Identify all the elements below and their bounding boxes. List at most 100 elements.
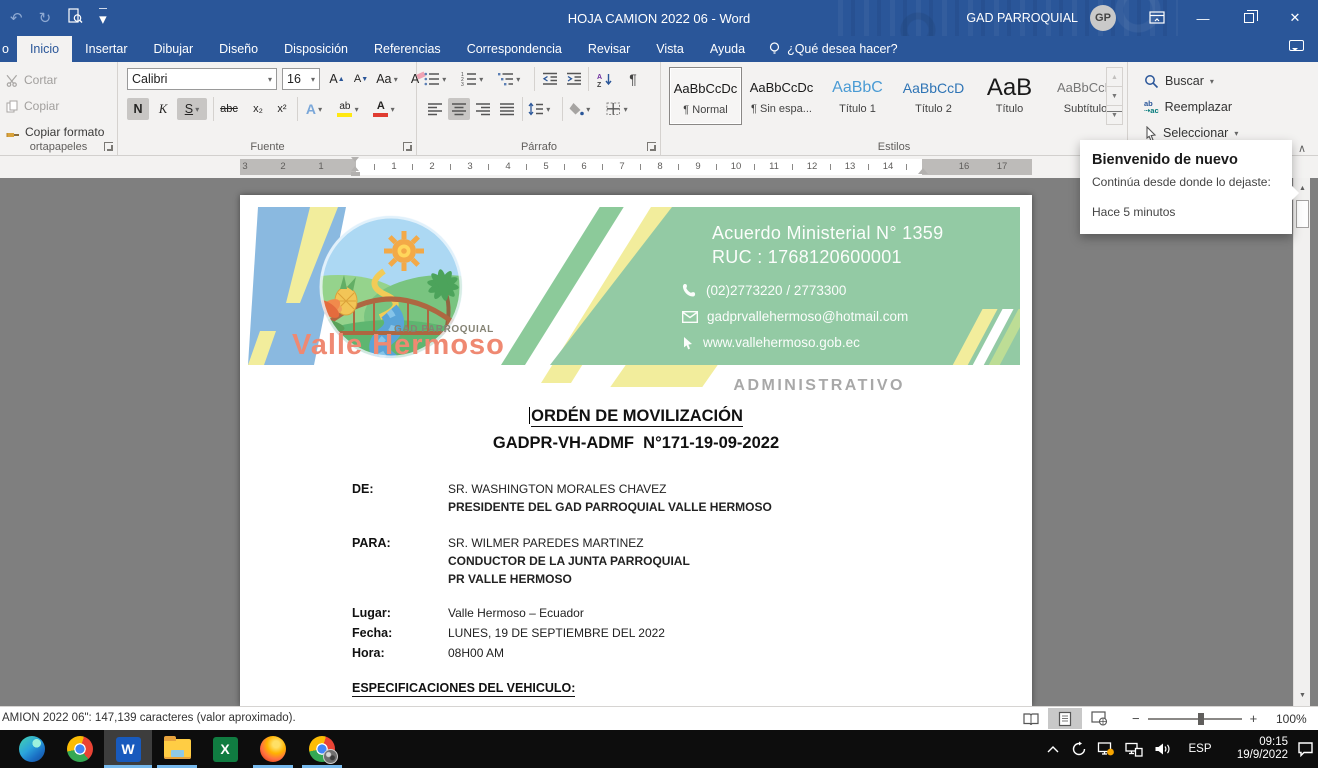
read-mode-button[interactable] xyxy=(1014,708,1048,729)
italic-button[interactable]: K xyxy=(152,98,174,120)
multilevel-list-button[interactable]: ▾ xyxy=(498,68,520,90)
vertical-scrollbar[interactable]: ▲ ▼ xyxy=(1293,178,1310,706)
increase-indent-button[interactable] xyxy=(563,68,585,90)
ribbon-tab[interactable]: Vista xyxy=(643,36,697,62)
styles-scroll-down-icon[interactable]: ▼ xyxy=(1107,86,1122,105)
show-paragraph-marks-button[interactable]: ¶ xyxy=(622,68,644,90)
shading-button[interactable]: ▾ xyxy=(568,98,590,120)
tell-me-box[interactable]: ¿Qué desea hacer? xyxy=(758,36,908,62)
web-layout-button[interactable] xyxy=(1082,708,1116,729)
zoom-level[interactable]: 100% xyxy=(1276,712,1307,726)
ribbon-tab[interactable]: Referencias xyxy=(361,36,454,62)
underline-button[interactable]: S ▾ xyxy=(177,98,207,120)
change-case-button[interactable]: Aa ▾ xyxy=(376,68,398,90)
taskbar-chrome-profile[interactable] xyxy=(298,730,346,768)
style-titulo-1[interactable]: AaBbC Título 1 xyxy=(821,67,894,125)
paragraph-dialog-launcher-icon[interactable] xyxy=(647,142,656,151)
style-titulo-2[interactable]: AaBbCcD Título 2 xyxy=(897,67,970,125)
shrink-font-button[interactable]: A▼ xyxy=(350,68,372,90)
indent-marker[interactable] xyxy=(351,157,360,176)
tray-sync[interactable] xyxy=(1066,730,1092,768)
ribbon-tab[interactable]: Revisar xyxy=(575,36,643,62)
ribbon-tab[interactable]: Correspondencia xyxy=(454,36,575,62)
bullets-button[interactable]: ▾ xyxy=(424,68,446,90)
redo-icon[interactable]: ↻ xyxy=(39,9,52,27)
ribbon-tab[interactable]: Inicio xyxy=(17,36,72,62)
scrollbar-thumb[interactable] xyxy=(1296,200,1309,228)
character-count-text[interactable]: AMION 2022 06": 147,139 caracteres (valo… xyxy=(2,712,296,724)
undo-icon[interactable]: ↶ xyxy=(10,9,23,27)
decrease-indent-button[interactable] xyxy=(539,68,561,90)
print-layout-button[interactable] xyxy=(1048,708,1082,729)
avatar[interactable]: GP xyxy=(1090,5,1116,31)
ribbon-tab[interactable]: Insertar xyxy=(72,36,140,62)
style-sin-espaciado[interactable]: AaBbCcDc ¶ Sin espa... xyxy=(745,67,818,125)
customize-qat-icon[interactable]: ▾ xyxy=(99,8,107,28)
document-page[interactable]: Acuerdo Ministerial N° 1359 RUC : 176812… xyxy=(240,195,1032,706)
tray-network[interactable] xyxy=(1120,730,1148,768)
align-right-button[interactable] xyxy=(472,98,494,120)
zoom-out-icon[interactable]: − xyxy=(1132,711,1140,726)
tray-display[interactable] xyxy=(1092,730,1120,768)
ribbon-display-options-icon[interactable] xyxy=(1134,0,1180,36)
line-spacing-button[interactable]: ▾ xyxy=(528,98,550,120)
styles-scroll-up-icon[interactable]: ▲ xyxy=(1107,68,1122,86)
borders-button[interactable]: ▾ xyxy=(606,98,628,120)
copy-button[interactable]: Copiar xyxy=(0,96,117,116)
collapse-ribbon-icon[interactable]: ∧ xyxy=(1298,142,1306,155)
print-preview-icon[interactable] xyxy=(67,8,83,28)
numbering-button[interactable]: 123 ▾ xyxy=(461,68,483,90)
ribbon-tab[interactable]: Diseño xyxy=(206,36,271,62)
clock[interactable]: 09:15 19/9/2022 xyxy=(1222,730,1288,768)
right-indent-marker[interactable] xyxy=(918,168,928,174)
taskbar-firefox[interactable] xyxy=(249,730,297,768)
ribbon-tab[interactable]: Dibujar xyxy=(141,36,207,62)
taskbar-edge[interactable] xyxy=(8,730,56,768)
style-normal[interactable]: AaBbCcDc ¶ Normal xyxy=(669,67,742,125)
zoom-in-icon[interactable]: + xyxy=(1250,711,1258,726)
font-size-select[interactable]: 16▾ xyxy=(282,68,320,90)
minimize-button[interactable]: — xyxy=(1180,0,1226,36)
tray-expand[interactable] xyxy=(1040,730,1066,768)
strikethrough-button[interactable]: abc xyxy=(218,98,240,120)
restore-button[interactable] xyxy=(1226,0,1272,36)
replace-button[interactable]: ab⇢ac Reemplazar xyxy=(1144,96,1232,118)
zoom-slider[interactable] xyxy=(1148,718,1242,720)
popup-timestamp[interactable]: Hace 5 minutos xyxy=(1092,205,1280,219)
scroll-down-icon[interactable]: ▼ xyxy=(1295,688,1310,703)
bold-button[interactable]: N xyxy=(127,98,149,120)
highlight-color-button[interactable]: ab ▾ xyxy=(337,98,359,120)
font-color-button[interactable]: A ▾ xyxy=(373,98,395,120)
subscript-button[interactable]: x₂ xyxy=(247,98,269,120)
format-painter-button[interactable]: Copiar formato xyxy=(0,122,117,142)
sort-button[interactable]: AZ xyxy=(594,68,616,90)
text-effects-button[interactable]: A ▾ xyxy=(303,98,325,120)
font-dialog-launcher-icon[interactable] xyxy=(403,142,412,151)
align-left-button[interactable] xyxy=(424,98,446,120)
tab-archivo-partial[interactable]: o xyxy=(0,36,17,62)
justify-button[interactable] xyxy=(496,98,518,120)
ruler-number: 16 xyxy=(945,159,983,175)
superscript-button[interactable]: x² xyxy=(271,98,293,120)
taskbar-excel[interactable]: X xyxy=(201,730,249,768)
zoom-slider-thumb[interactable] xyxy=(1198,713,1204,725)
cut-button[interactable]: Cortar xyxy=(0,70,117,90)
feedback-icon[interactable] xyxy=(1289,40,1304,51)
font-name-select[interactable]: Calibri▾ xyxy=(127,68,277,90)
taskbar-chrome[interactable] xyxy=(56,730,104,768)
tray-volume[interactable] xyxy=(1148,730,1176,768)
clipboard-dialog-launcher-icon[interactable] xyxy=(104,142,113,151)
ribbon-tab[interactable]: Disposición xyxy=(271,36,361,62)
grow-font-button[interactable]: A▲ xyxy=(326,68,348,90)
align-center-button[interactable] xyxy=(448,98,470,120)
ribbon-tab[interactable]: Ayuda xyxy=(697,36,758,62)
taskbar-word[interactable]: W xyxy=(104,730,152,768)
style-titulo[interactable]: AaB Título xyxy=(973,67,1046,125)
find-button[interactable]: Buscar▾ xyxy=(1144,70,1214,92)
account-name[interactable]: GAD PARROQUIAL xyxy=(966,11,1078,25)
language-indicator[interactable]: ESP xyxy=(1180,730,1220,768)
styles-more-icon[interactable]: ▼ xyxy=(1107,105,1122,124)
taskbar-file-explorer[interactable] xyxy=(153,730,201,768)
action-center[interactable] xyxy=(1292,730,1318,768)
close-button[interactable]: ✕ xyxy=(1272,0,1318,36)
